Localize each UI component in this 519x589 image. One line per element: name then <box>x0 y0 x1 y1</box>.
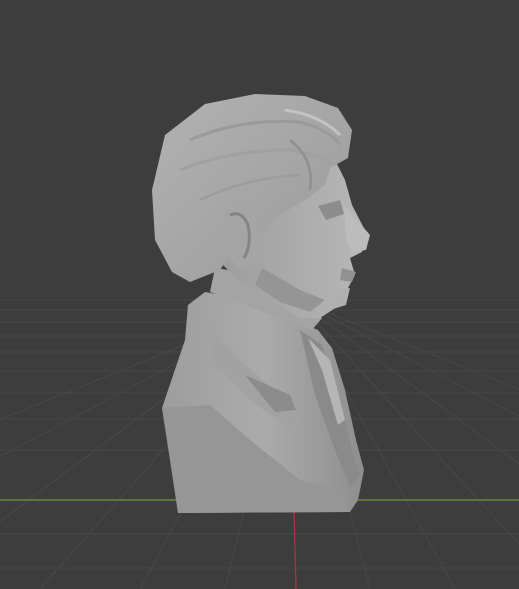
bust-model[interactable] <box>0 0 519 589</box>
3d-viewport[interactable] <box>0 0 519 589</box>
